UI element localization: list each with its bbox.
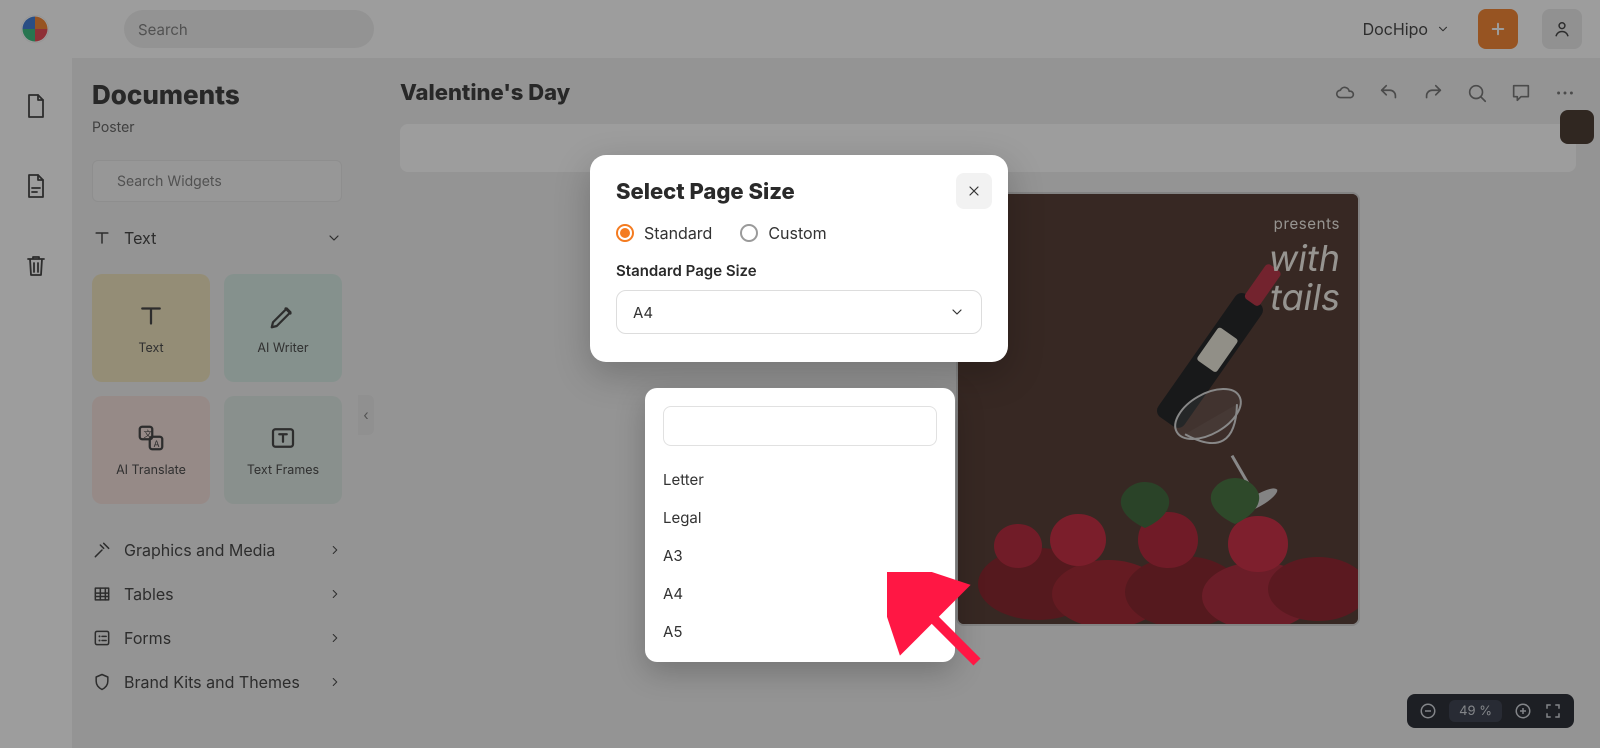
radio-custom[interactable]: Custom bbox=[740, 223, 826, 243]
chevron-down-icon bbox=[949, 304, 965, 320]
dropdown-option[interactable]: Legal bbox=[663, 498, 937, 536]
page-size-modal: Select Page Size Standard Custom Standar… bbox=[590, 155, 1008, 362]
page-size-dropdown: Letter Legal A3 A4 A5 bbox=[645, 388, 955, 662]
radio-row: Standard Custom bbox=[616, 223, 982, 243]
dropdown-search[interactable] bbox=[663, 406, 937, 446]
dropdown-option-label: A5 bbox=[663, 622, 682, 641]
dropdown-option[interactable]: A3 bbox=[663, 536, 937, 574]
modal-title: Select Page Size bbox=[616, 179, 982, 205]
dropdown-option-label: A3 bbox=[663, 546, 683, 565]
dropdown-options: Letter Legal A3 A4 A5 bbox=[663, 460, 937, 650]
close-icon bbox=[966, 183, 982, 199]
dropdown-option-label: Letter bbox=[663, 470, 704, 489]
modal-close-button[interactable] bbox=[956, 173, 992, 209]
check-icon bbox=[921, 583, 937, 603]
dropdown-option[interactable]: A4 bbox=[663, 574, 937, 612]
dropdown-option[interactable]: Letter bbox=[663, 460, 937, 498]
dropdown-search-input[interactable] bbox=[684, 416, 928, 437]
dropdown-option-label: A4 bbox=[663, 584, 683, 603]
radio-custom-label: Custom bbox=[768, 223, 826, 243]
dropdown-option[interactable]: A5 bbox=[663, 612, 937, 650]
page-size-select-value: A4 bbox=[633, 303, 653, 322]
standard-size-label: Standard Page Size bbox=[616, 261, 982, 280]
radio-standard[interactable]: Standard bbox=[616, 223, 712, 243]
app-root: DocHipo Documents Poster bbox=[0, 0, 1600, 748]
page-size-select[interactable]: A4 bbox=[616, 290, 982, 334]
dropdown-option-label: Legal bbox=[663, 508, 701, 527]
radio-standard-label: Standard bbox=[644, 223, 712, 243]
